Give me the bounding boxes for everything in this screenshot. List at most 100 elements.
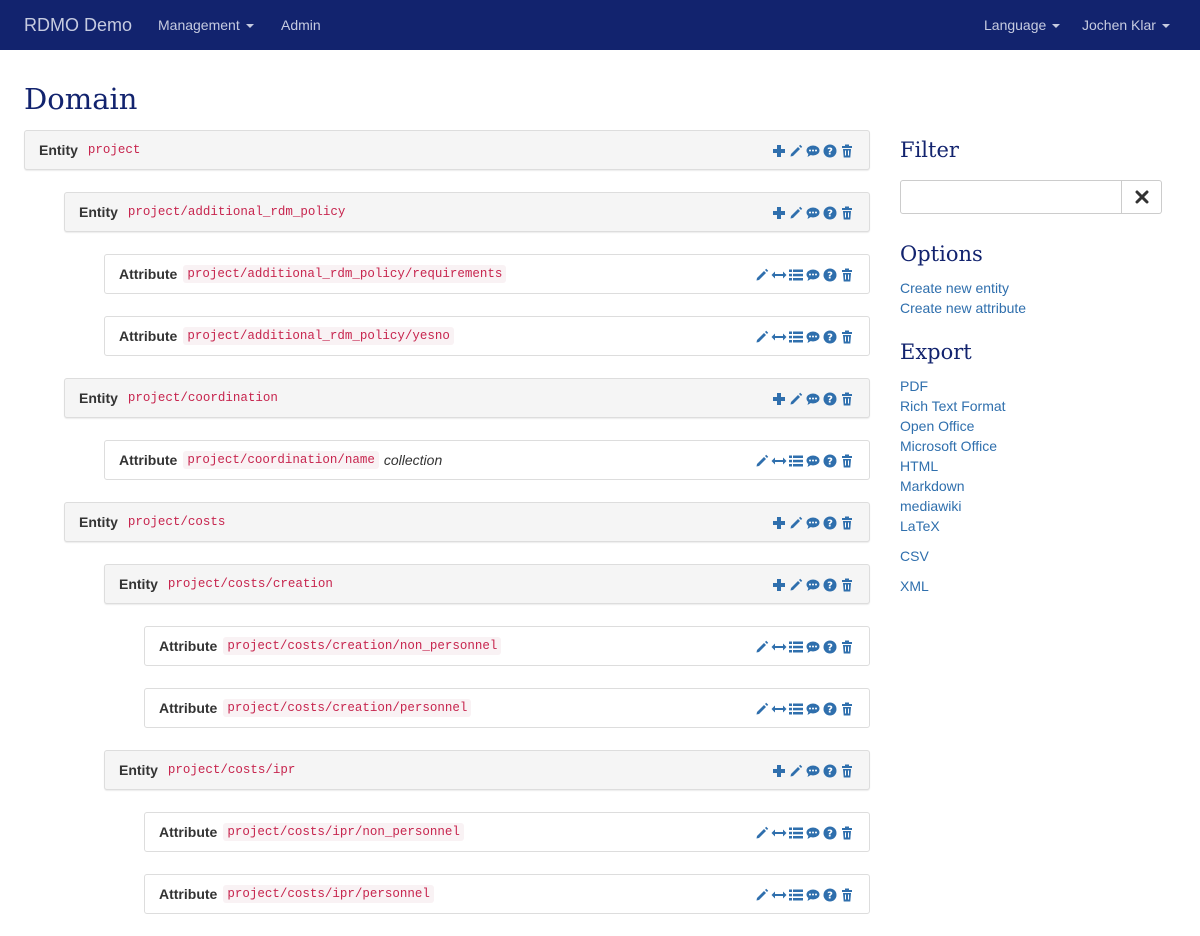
pencil-icon[interactable] (788, 143, 804, 159)
arrows-icon[interactable] (771, 887, 787, 903)
pencil-icon[interactable] (754, 887, 770, 903)
entity-panel: Entity project? (24, 130, 870, 170)
export-html-link[interactable]: HTML (900, 456, 1162, 476)
plus-icon[interactable] (771, 515, 787, 531)
arrows-icon[interactable] (771, 639, 787, 655)
language-dropdown[interactable]: Language (984, 0, 1061, 50)
comment-icon[interactable] (805, 639, 821, 655)
trash-icon[interactable] (839, 515, 855, 531)
arrows-icon[interactable] (771, 267, 787, 283)
question-icon[interactable]: ? (822, 267, 838, 283)
export-csv-link[interactable]: CSV (900, 546, 1162, 566)
node-actions: ? (770, 379, 855, 419)
list-icon[interactable] (788, 701, 804, 717)
comment-icon[interactable] (805, 329, 821, 345)
clear-filter-button[interactable] (1122, 180, 1162, 214)
export-latex-link[interactable]: LaTeX (900, 516, 1162, 536)
pencil-icon[interactable] (754, 329, 770, 345)
pencil-icon[interactable] (754, 701, 770, 717)
pencil-icon[interactable] (754, 639, 770, 655)
trash-icon[interactable] (839, 701, 855, 717)
question-icon[interactable]: ? (822, 577, 838, 593)
list-icon[interactable] (788, 453, 804, 469)
export-list: XML (900, 576, 1162, 596)
plus-icon[interactable] (771, 577, 787, 593)
comment-icon[interactable] (805, 205, 821, 221)
comment-icon[interactable] (805, 577, 821, 593)
question-icon[interactable]: ? (822, 887, 838, 903)
user-dropdown[interactable]: Jochen Klar (1082, 0, 1170, 50)
trash-icon[interactable] (839, 453, 855, 469)
plus-icon[interactable] (771, 391, 787, 407)
create-new-attribute-link[interactable]: Create new attribute (900, 298, 1162, 318)
comment-icon[interactable] (805, 515, 821, 531)
comment-icon[interactable] (805, 267, 821, 283)
pencil-icon[interactable] (754, 825, 770, 841)
question-icon[interactable]: ? (822, 205, 838, 221)
trash-icon[interactable] (839, 763, 855, 779)
export-mediawiki-link[interactable]: mediawiki (900, 496, 1162, 516)
comment-icon[interactable] (805, 143, 821, 159)
question-icon[interactable]: ? (822, 825, 838, 841)
pencil-icon[interactable] (788, 515, 804, 531)
trash-icon[interactable] (839, 639, 855, 655)
arrows-icon[interactable] (771, 825, 787, 841)
question-icon[interactable]: ? (822, 763, 838, 779)
question-icon[interactable]: ? (822, 391, 838, 407)
pencil-icon[interactable] (788, 205, 804, 221)
plus-icon[interactable] (771, 143, 787, 159)
pencil-icon[interactable] (754, 267, 770, 283)
export-rich-text-format-link[interactable]: Rich Text Format (900, 396, 1162, 416)
node-type-label: Attribute (119, 266, 178, 282)
list-icon[interactable] (788, 639, 804, 655)
trash-icon[interactable] (839, 205, 855, 221)
comment-icon[interactable] (805, 701, 821, 717)
brand-link[interactable]: RDMO Demo (24, 0, 132, 50)
comment-icon[interactable] (805, 887, 821, 903)
list-icon[interactable] (788, 887, 804, 903)
question-icon[interactable]: ? (822, 639, 838, 655)
comment-icon[interactable] (805, 453, 821, 469)
admin-link[interactable]: Admin (281, 0, 321, 50)
export-pdf-link[interactable]: PDF (900, 376, 1162, 396)
plus-icon[interactable] (771, 763, 787, 779)
comment-icon[interactable] (805, 391, 821, 407)
pencil-icon[interactable] (788, 577, 804, 593)
comment-icon[interactable] (805, 825, 821, 841)
pencil-icon[interactable] (754, 453, 770, 469)
svg-text:?: ? (827, 333, 833, 344)
question-icon[interactable]: ? (822, 515, 838, 531)
create-new-entity-link[interactable]: Create new entity (900, 278, 1162, 298)
comment-icon[interactable] (805, 763, 821, 779)
list-icon[interactable] (788, 329, 804, 345)
question-icon[interactable]: ? (822, 143, 838, 159)
question-icon[interactable]: ? (822, 453, 838, 469)
pencil-icon[interactable] (788, 763, 804, 779)
trash-icon[interactable] (839, 887, 855, 903)
filter-input[interactable] (900, 180, 1122, 214)
question-icon[interactable]: ? (822, 329, 838, 345)
export-markdown-link[interactable]: Markdown (900, 476, 1162, 496)
trash-icon[interactable] (839, 267, 855, 283)
arrows-icon[interactable] (771, 453, 787, 469)
plus-icon[interactable] (771, 205, 787, 221)
node-actions: ? (753, 441, 855, 481)
export-open-office-link[interactable]: Open Office (900, 416, 1162, 436)
export-microsoft-office-link[interactable]: Microsoft Office (900, 436, 1162, 456)
arrows-icon[interactable] (771, 329, 787, 345)
trash-icon[interactable] (839, 825, 855, 841)
trash-icon[interactable] (839, 143, 855, 159)
trash-icon[interactable] (839, 577, 855, 593)
question-icon[interactable]: ? (822, 701, 838, 717)
node-actions: ? (753, 689, 855, 729)
export-xml-link[interactable]: XML (900, 576, 1162, 596)
list-icon[interactable] (788, 267, 804, 283)
node-actions: ? (770, 193, 855, 233)
trash-icon[interactable] (839, 329, 855, 345)
pencil-icon[interactable] (788, 391, 804, 407)
trash-icon[interactable] (839, 391, 855, 407)
management-dropdown[interactable]: Management (158, 0, 254, 50)
list-icon[interactable] (788, 825, 804, 841)
attribute-panel: Attribute project/costs/ipr/non_personnel… (144, 812, 870, 852)
arrows-icon[interactable] (771, 701, 787, 717)
